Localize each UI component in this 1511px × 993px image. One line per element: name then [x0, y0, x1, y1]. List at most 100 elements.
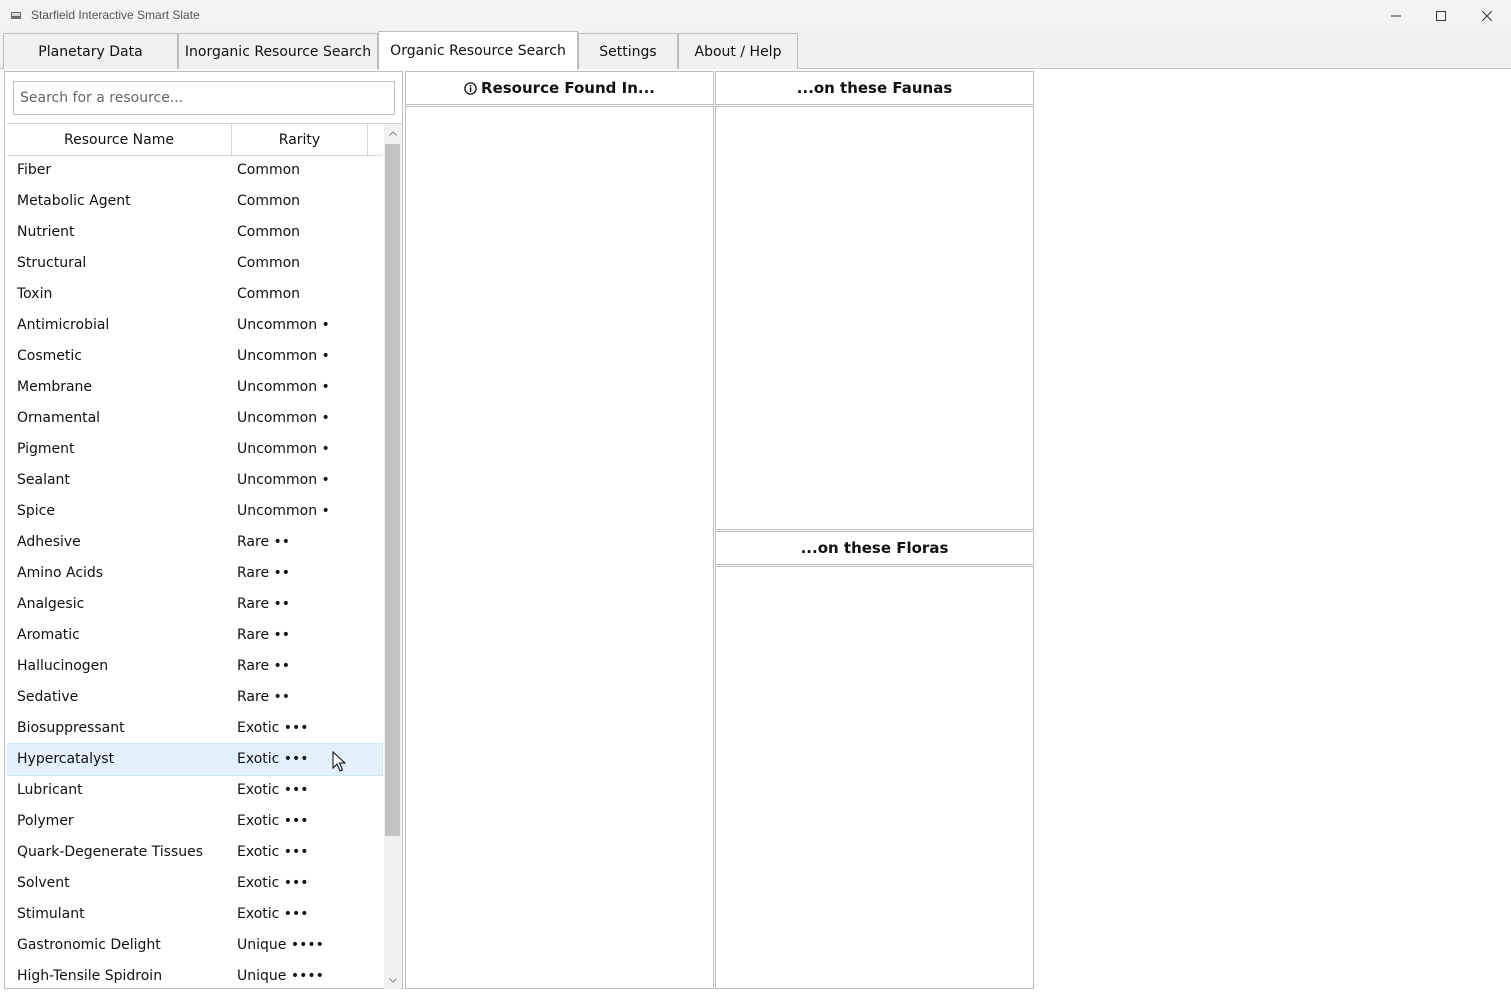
window-title: Starfield Interactive Smart Slate	[31, 8, 200, 22]
vertical-scrollbar[interactable]	[384, 124, 401, 989]
rarity-cell: Rare ••	[237, 627, 291, 643]
rarity-cell: Uncommon •	[237, 503, 330, 519]
table-row[interactable]: Analgesic Rare ••	[7, 589, 382, 620]
search-input[interactable]	[13, 81, 395, 115]
resource-name-cell: Quark-Degenerate Tissues	[17, 844, 204, 860]
tab-inorganic-resource-search[interactable]: Inorganic Resource Search	[178, 33, 378, 69]
resource-name-cell: Metabolic Agent	[17, 193, 131, 209]
tab-planetary-data[interactable]: Planetary Data	[3, 33, 178, 69]
app-icon	[11, 12, 21, 19]
rarity-cell: Rare ••	[237, 689, 291, 705]
rarity-cell: Common	[237, 193, 301, 209]
resource-table: Resource Name Rarity Fiber Common Metaboli…	[7, 123, 402, 989]
resource-name-cell: Hypercatalyst	[17, 751, 115, 767]
resource-name-cell: Gastronomic Delight	[17, 937, 161, 953]
chevron-down-icon	[388, 977, 397, 983]
table-row[interactable]: Antimicrobial Uncommon •	[7, 310, 382, 341]
tab-settings[interactable]: Settings	[578, 33, 678, 69]
rarity-cell: Uncommon •	[237, 410, 330, 426]
table-row[interactable]: Spice Uncommon •	[7, 496, 382, 527]
table-row[interactable]: Structural Common	[7, 248, 382, 279]
table-row[interactable]: Cosmetic Uncommon •	[7, 341, 382, 372]
table-row[interactable]: Biosuppressant Exotic •••	[7, 713, 382, 744]
resource-name-cell: Toxin	[17, 286, 53, 302]
rarity-cell: Uncommon •	[237, 379, 330, 395]
table-row[interactable]: Toxin Common	[7, 279, 382, 310]
resource-name-cell: Spice	[17, 503, 55, 519]
table-row[interactable]: Amino Acids Rare ••	[7, 558, 382, 589]
resource-name-cell: Nutrient	[17, 224, 75, 240]
table-row[interactable]: Solvent Exotic •••	[7, 868, 382, 899]
rarity-cell: Exotic •••	[237, 720, 309, 736]
info-icon	[464, 81, 477, 95]
column-header-resource-name[interactable]: Resource Name	[7, 124, 232, 155]
faunas-list	[715, 106, 1034, 530]
found-in-header: Resource Found In...	[405, 71, 714, 105]
rarity-cell: Uncommon •	[237, 317, 330, 333]
rarity-cell: Common	[237, 255, 301, 271]
table-row[interactable]: Metabolic Agent Common	[7, 186, 382, 217]
resource-name-cell: Ornamental	[17, 410, 101, 426]
rarity-cell: Unique ••••	[237, 968, 324, 984]
resource-name-cell: Cosmetic	[17, 348, 82, 364]
resource-list-panel: Resource Name Rarity FiberCommonMetaboli…	[4, 71, 403, 989]
resource-name-cell: Sealant	[17, 472, 70, 488]
rarity-cell: Exotic •••	[237, 844, 309, 860]
scroll-down-button[interactable]	[384, 971, 401, 989]
rarity-cell: Exotic •••	[237, 782, 309, 798]
table-row[interactable]: Gastronomic Delight Unique ••••	[7, 930, 382, 961]
resource-name-cell: Pigment	[17, 441, 75, 457]
table-row[interactable]: Nutrient Common	[7, 217, 382, 248]
rarity-cell: Rare ••	[237, 565, 291, 581]
scroll-up-button[interactable]	[384, 124, 401, 142]
close-button[interactable]	[1464, 0, 1510, 31]
minimize-icon	[1391, 15, 1401, 16]
floras-title: ...on these Floras	[800, 539, 949, 557]
table-row[interactable]: Sealant Uncommon •	[7, 465, 382, 496]
table-row[interactable]: Aromatic Rare ••	[7, 620, 382, 651]
resource-name-cell: Sedative	[17, 689, 79, 705]
rarity-cell: Uncommon •	[237, 348, 330, 364]
minimize-button[interactable]	[1373, 0, 1419, 31]
table-row[interactable]: Fiber Common	[7, 155, 382, 186]
table-body: Fiber Common Metabolic Agent Common Nutrient…	[7, 155, 383, 989]
rarity-cell: Unique ••••	[237, 937, 324, 953]
resource-name-cell: Polymer	[17, 813, 74, 829]
chevron-up-icon	[388, 130, 397, 136]
rarity-cell: Common	[237, 286, 301, 302]
table-row[interactable]: Adhesive Rare ••	[7, 527, 382, 558]
rarity-cell: Uncommon •	[237, 472, 330, 488]
resource-name-cell: Biosuppressant	[17, 720, 125, 736]
maximize-button[interactable]	[1418, 0, 1464, 31]
table-row[interactable]: Sedative Rare ••	[7, 682, 382, 713]
title-bar: Starfield Interactive Smart Slate	[0, 0, 1511, 31]
table-row[interactable]: Hypercatalyst Exotic •••	[7, 743, 383, 776]
table-row[interactable]: Polymer Exotic •••	[7, 806, 382, 837]
rarity-cell: Exotic •••	[237, 751, 309, 767]
table-row[interactable]: Pigment Uncommon •	[7, 434, 382, 465]
faunas-header: ...on these Faunas	[715, 71, 1034, 105]
rarity-cell: Exotic •••	[237, 813, 309, 829]
tab-about-help[interactable]: About / Help	[678, 33, 798, 69]
resource-name-cell: Structural	[17, 255, 87, 271]
table-row[interactable]: Hallucinogen Rare ••	[7, 651, 382, 682]
resource-name-cell: Fiber	[17, 162, 52, 178]
faunas-title: ...on these Faunas	[796, 79, 953, 97]
found-in-list	[405, 106, 714, 989]
resource-name-cell: Amino Acids	[17, 565, 104, 581]
resource-name-cell: Stimulant	[17, 906, 85, 922]
scrollbar-thumb[interactable]	[385, 144, 400, 836]
resource-name-cell: Adhesive	[17, 534, 81, 550]
table-row[interactable]: Membrane Uncommon •	[7, 372, 382, 403]
tab-bar: Planetary Data Inorganic Resource Search…	[0, 31, 1511, 70]
table-row[interactable]: Stimulant Exotic •••	[7, 899, 382, 930]
table-row[interactable]: Ornamental Uncommon •	[7, 403, 382, 434]
resource-name-cell: Analgesic	[17, 596, 85, 612]
resource-name-cell: High-Tensile Spidroin	[17, 968, 163, 984]
table-row[interactable]: Lubricant Exotic •••	[7, 775, 382, 806]
table-row[interactable]: High-Tensile Spidroin Unique ••••	[7, 961, 382, 989]
table-row[interactable]: Quark-Degenerate Tissues Exotic •••	[7, 837, 382, 868]
column-header-rarity[interactable]: Rarity	[232, 124, 368, 155]
mouse-cursor-icon	[332, 751, 346, 772]
tab-organic-resource-search[interactable]: Organic Resource Search	[378, 31, 578, 70]
